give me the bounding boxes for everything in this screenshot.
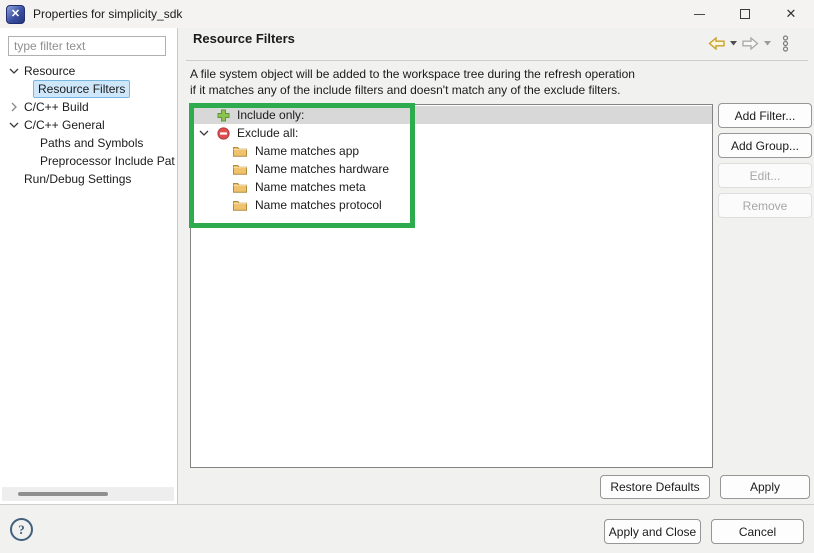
maximize-icon: [740, 9, 750, 19]
filter-row-label: Exclude all:: [237, 126, 299, 140]
sidebar-item-label: C/C++ Build: [24, 100, 89, 114]
properties-sidebar: Resource Resource Filters C/C++ Build C/…: [0, 28, 178, 505]
sidebar-item-label: Preprocessor Include Pat: [40, 154, 175, 168]
page-title: Resource Filters: [193, 31, 295, 46]
chevron-right-icon[interactable]: [8, 102, 20, 112]
description-line: A file system object will be added to th…: [190, 67, 635, 81]
close-button[interactable]: ✕: [768, 0, 814, 28]
app-icon: ✕: [6, 4, 25, 24]
chevron-down-icon[interactable]: [8, 68, 20, 74]
folder-icon: [233, 164, 247, 175]
sidebar-item-label: Run/Debug Settings: [24, 172, 132, 186]
sidebar-item-resource[interactable]: Resource: [0, 62, 178, 80]
filter-row-child[interactable]: Name matches app: [191, 142, 712, 160]
window-controls: ✕: [676, 0, 814, 28]
sidebar-item-cpp-general[interactable]: C/C++ General: [0, 116, 178, 134]
filter-row-label: Name matches app: [255, 144, 360, 158]
horizontal-scrollbar[interactable]: [2, 487, 174, 501]
filter-tree-list: Include only: Exclude all: Name matches …: [190, 104, 713, 468]
filter-row-label: Name matches meta: [255, 180, 366, 194]
sidebar-item-label: C/C++ General: [24, 118, 105, 132]
forward-arrow-icon: [742, 37, 759, 50]
footer-divider: [0, 504, 814, 505]
minimize-button[interactable]: [676, 0, 722, 28]
history-nav: [708, 35, 789, 52]
minimize-icon: [693, 13, 705, 15]
sidebar-item-paths-and-symbols[interactable]: Paths and Symbols: [0, 134, 178, 152]
filter-row-child[interactable]: Name matches protocol: [191, 196, 712, 214]
remove-button: Remove: [718, 193, 812, 218]
apply-button[interactable]: Apply: [720, 475, 810, 499]
red-no-entry-icon: [217, 126, 230, 140]
filter-row-label: Name matches hardware: [255, 162, 390, 176]
filter-row-include-only[interactable]: Include only:: [191, 106, 712, 124]
kebab-menu-icon[interactable]: [782, 35, 789, 52]
folder-icon: [233, 182, 247, 193]
filter-text-input[interactable]: [8, 36, 166, 56]
chevron-down-icon[interactable]: [8, 122, 20, 128]
add-group-button[interactable]: Add Group...: [718, 133, 812, 158]
folder-icon: [233, 146, 247, 157]
sidebar-item-run-debug-settings[interactable]: Run/Debug Settings: [0, 170, 178, 188]
back-arrow-icon[interactable]: [708, 37, 725, 50]
edit-button: Edit...: [718, 163, 812, 188]
chevron-down-icon[interactable]: [199, 130, 209, 136]
help-button[interactable]: ?: [10, 518, 33, 541]
folder-icon: [233, 200, 247, 211]
description-line: if it matches any of the include filters…: [190, 83, 621, 97]
filter-row-label: Name matches protocol: [255, 198, 382, 212]
filter-row-exclude-all[interactable]: Exclude all:: [191, 124, 712, 142]
page-description: A file system object will be added to th…: [190, 66, 635, 98]
header-divider: [186, 60, 808, 61]
sidebar-item-label: Resource: [24, 64, 76, 78]
restore-defaults-button[interactable]: Restore Defaults: [600, 475, 710, 499]
scrollbar-thumb[interactable]: [18, 492, 108, 496]
add-filter-button[interactable]: Add Filter...: [718, 103, 812, 128]
question-mark-icon: ?: [18, 521, 25, 537]
title-bar: ✕ Properties for simplicity_sdk ✕: [0, 0, 814, 28]
forward-dropdown-icon: [764, 41, 771, 46]
sidebar-item-label: Paths and Symbols: [40, 136, 144, 150]
filter-row-child[interactable]: Name matches meta: [191, 178, 712, 196]
close-icon: ✕: [785, 6, 797, 21]
maximize-button[interactable]: [722, 0, 768, 28]
window-title: Properties for simplicity_sdk: [33, 7, 183, 21]
filter-row-label: Include only:: [237, 108, 305, 122]
cancel-button[interactable]: Cancel: [711, 519, 804, 544]
sidebar-item-cpp-build[interactable]: C/C++ Build: [0, 98, 178, 116]
apply-and-close-button[interactable]: Apply and Close: [604, 519, 701, 544]
filter-row-child[interactable]: Name matches hardware: [191, 160, 712, 178]
sidebar-item-preprocessor-include[interactable]: Preprocessor Include Pat: [0, 152, 178, 170]
sidebar-item-resource-filters[interactable]: Resource Filters: [0, 80, 178, 98]
back-dropdown-icon[interactable]: [730, 41, 737, 46]
green-plus-icon: [217, 109, 230, 122]
sidebar-item-label: Resource Filters: [33, 80, 131, 98]
